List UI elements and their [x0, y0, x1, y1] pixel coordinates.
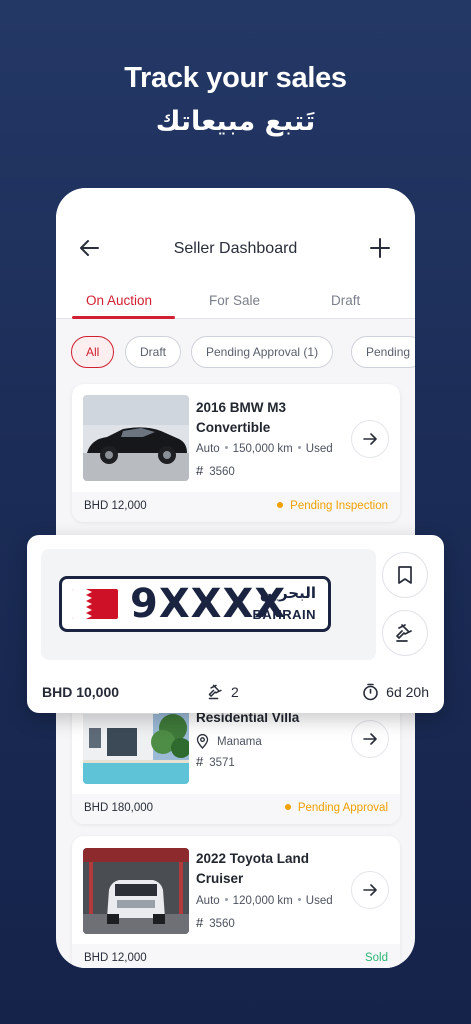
listing-title: 2016 BMW M3 Convertible — [196, 400, 287, 435]
listing-location: Manama — [196, 734, 262, 749]
listing-id-value: 3560 — [209, 466, 235, 478]
open-listing-button[interactable] — [351, 720, 389, 758]
plate-country-english: BAHRAIN — [252, 607, 316, 622]
filter-chip-draft[interactable]: Draft — [125, 336, 182, 368]
listing-id: #3571 — [196, 754, 235, 769]
tab-on-auction[interactable]: On Auction — [86, 293, 152, 308]
number-plate-card[interactable]: 9XXXX البحرين BAHRAIN BHD 10,000 2 6d 20… — [27, 535, 444, 713]
card-footer: BHD 12,000 Pending Inspection — [72, 492, 400, 522]
plus-icon — [370, 238, 390, 258]
location-text: Manama — [217, 735, 262, 748]
plate-preview: 9XXXX البحرين BAHRAIN — [41, 549, 376, 660]
listing-meta: Auto 150,000 km Used — [196, 443, 333, 455]
status-text: Pending Inspection — [290, 500, 388, 512]
bid-count-value: 2 — [231, 684, 239, 700]
bookmark-icon — [398, 566, 412, 584]
filter-chip-all[interactable]: All — [71, 336, 115, 368]
time-remaining: 6d 20h — [362, 683, 429, 701]
arrow-right-icon — [363, 884, 377, 896]
status-badge: Pending Approval — [284, 802, 388, 814]
open-listing-button[interactable] — [351, 871, 389, 909]
card-footer: BHD 180,000 Pending Approval — [72, 794, 400, 824]
listing-price: BHD 12,000 — [84, 500, 147, 512]
status-badge: Sold — [364, 952, 388, 964]
app-header: Seller Dashboard On Auction For Sale Dra… — [56, 188, 415, 319]
listing-price: BHD 180,000 — [84, 802, 154, 814]
arrow-right-icon — [363, 433, 377, 445]
gavel-icon — [208, 684, 222, 700]
gavel-icon — [396, 624, 412, 642]
plate-footer: BHD 10,000 2 6d 20h — [27, 676, 444, 706]
car-photo — [83, 848, 189, 934]
stopwatch-icon — [363, 683, 378, 701]
arrow-right-icon — [363, 733, 377, 745]
listing-card[interactable]: 2016 BMW M3 Convertible Auto 150,000 km Us… — [72, 384, 400, 522]
listing-id-value: 3571 — [209, 757, 235, 769]
condition: Used — [305, 895, 333, 907]
listing-id: #3560 — [196, 915, 235, 930]
listing-price: BHD 12,000 — [84, 952, 147, 964]
number-plate: 9XXXX البحرين BAHRAIN — [59, 576, 331, 632]
status-badge: Pending Inspection — [277, 500, 388, 512]
listing-meta: Auto 120,000 km Used — [196, 895, 333, 907]
listing-title: 2022 Toyota Land Cruiser — [196, 851, 310, 886]
tab-bar: On Auction For Sale Draft — [56, 283, 415, 319]
bid-button[interactable] — [382, 610, 428, 656]
add-listing-button[interactable] — [369, 237, 391, 259]
listing-id-value: 3560 — [209, 918, 235, 930]
listing-id: #3560 — [196, 463, 235, 478]
condition: Used — [305, 443, 333, 455]
plate-price: BHD 10,000 — [42, 684, 120, 700]
hash-icon: # — [196, 915, 204, 930]
transmission: Auto — [196, 443, 220, 455]
hash-icon: # — [196, 463, 204, 478]
filter-chip-pending[interactable]: Pending — [351, 336, 415, 368]
mileage: 150,000 km — [232, 443, 293, 455]
transmission: Auto — [196, 895, 220, 907]
time-remaining-value: 6d 20h — [386, 684, 429, 700]
car-photo — [83, 395, 189, 481]
card-footer: BHD 12,000 Sold — [72, 944, 400, 968]
active-tab-indicator — [72, 316, 175, 319]
bookmark-button[interactable] — [382, 552, 428, 598]
status-text: Pending Approval — [297, 802, 388, 814]
page-title: Seller Dashboard — [173, 240, 298, 257]
promo-subtitle-arabic: تَتبع مبيعاتك — [155, 106, 316, 137]
hash-icon: # — [196, 754, 204, 769]
promo-title: Track your sales — [124, 62, 347, 94]
listing-card[interactable]: 2022 Toyota Land Cruiser Auto 120,000 km U… — [72, 836, 400, 968]
bahrain-flag-icon — [72, 589, 118, 619]
tab-draft[interactable]: Draft — [331, 293, 360, 308]
location-pin-icon — [196, 734, 209, 749]
open-listing-button[interactable] — [351, 420, 389, 458]
bid-count: 2 — [207, 683, 239, 701]
mileage: 120,000 km — [232, 895, 293, 907]
filter-chips: All Draft Pending Approval (1) Pending — [71, 336, 415, 370]
tab-for-sale[interactable]: For Sale — [209, 293, 260, 308]
filter-chip-pending-approval[interactable]: Pending Approval (1) — [191, 336, 334, 368]
plate-country-arabic: البحرين — [259, 584, 316, 602]
